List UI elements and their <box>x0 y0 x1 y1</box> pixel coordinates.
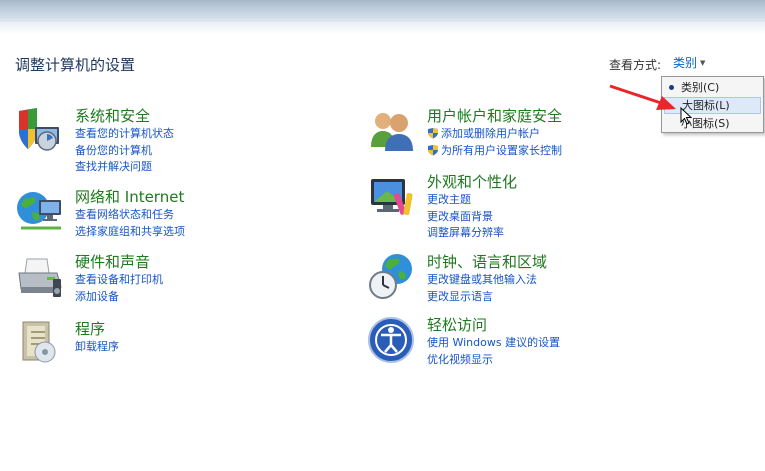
link-add-device[interactable]: 添加设备 <box>75 289 163 306</box>
category-title[interactable]: 用户帐户和家庭安全 <box>427 105 562 126</box>
shield-computer-icon <box>19 108 59 151</box>
link-troubleshoot[interactable]: 查找并解决问题 <box>75 159 174 176</box>
link-homegroup-sharing[interactable]: 选择家庭组和共享选项 <box>75 224 185 241</box>
link-change-theme[interactable]: 更改主题 <box>427 192 504 209</box>
category-title[interactable]: 程序 <box>75 318 105 339</box>
clock-globe-icon <box>369 254 412 299</box>
menu-item-category[interactable]: 类别(C) <box>664 79 761 96</box>
page-title: 调整计算机的设置 <box>15 56 136 74</box>
category-title[interactable]: 硬件和声音 <box>75 251 150 272</box>
category-title[interactable]: 外观和个性化 <box>427 171 517 192</box>
link-label: 添加或删除用户帐户 <box>441 127 540 140</box>
link-desktop-background[interactable]: 更改桌面背景 <box>427 209 504 226</box>
link-change-display-language[interactable]: 更改显示语言 <box>427 289 537 306</box>
selected-dot-icon <box>669 85 674 90</box>
ease-of-access-icon <box>368 317 414 363</box>
view-by-menu: 类别(C) 大图标(L) 小图标(S) <box>661 76 764 133</box>
category-title[interactable]: 轻松访问 <box>427 314 487 335</box>
link-backup-computer[interactable]: 备份您的计算机 <box>75 143 174 160</box>
window-top-bar <box>0 0 765 22</box>
category-title[interactable]: 时钟、语言和区域 <box>427 251 547 272</box>
printer-icon <box>18 258 62 297</box>
category-title[interactable]: 网络和 Internet <box>75 186 184 207</box>
link-windows-recommended-settings[interactable]: 使用 Windows 建议的设置 <box>427 335 560 352</box>
view-by-dropdown[interactable]: 类别 ▼ <box>668 53 714 73</box>
link-screen-resolution[interactable]: 调整屏幕分辨率 <box>427 225 504 242</box>
link-parental-controls[interactable]: 为所有用户设置家长控制 <box>427 143 562 160</box>
link-devices-printers[interactable]: 查看设备和打印机 <box>75 272 163 289</box>
menu-item-label: 类别(C) <box>681 81 720 94</box>
link-view-network-status[interactable]: 查看网络状态和任务 <box>75 207 185 224</box>
toolbar-strip <box>0 22 765 34</box>
category-title[interactable]: 系统和安全 <box>75 105 150 126</box>
mouse-cursor-icon <box>680 107 692 125</box>
link-view-computer-status[interactable]: 查看您的计算机状态 <box>75 126 174 143</box>
uac-shield-icon <box>428 128 438 139</box>
view-by-value: 类别 <box>673 56 698 70</box>
menu-item-large-icons[interactable]: 大图标(L) <box>664 97 761 114</box>
link-change-input-method[interactable]: 更改键盘或其他输入法 <box>427 272 537 289</box>
view-by-label: 查看方式: <box>609 58 662 72</box>
users-icon <box>371 113 413 151</box>
link-optimize-video-display[interactable]: 优化视频显示 <box>427 352 560 369</box>
network-globe-icon <box>17 192 61 230</box>
link-label: 为所有用户设置家长控制 <box>441 143 562 157</box>
menu-item-small-icons[interactable]: 小图标(S) <box>664 115 761 132</box>
monitor-paint-icon <box>371 179 413 216</box>
programs-icon <box>22 321 56 363</box>
dropdown-arrow-icon: ▼ <box>700 59 706 67</box>
link-add-remove-accounts[interactable]: 添加或删除用户帐户 <box>427 126 562 143</box>
link-uninstall-program[interactable]: 卸载程序 <box>75 339 119 356</box>
uac-shield-icon <box>428 144 438 155</box>
